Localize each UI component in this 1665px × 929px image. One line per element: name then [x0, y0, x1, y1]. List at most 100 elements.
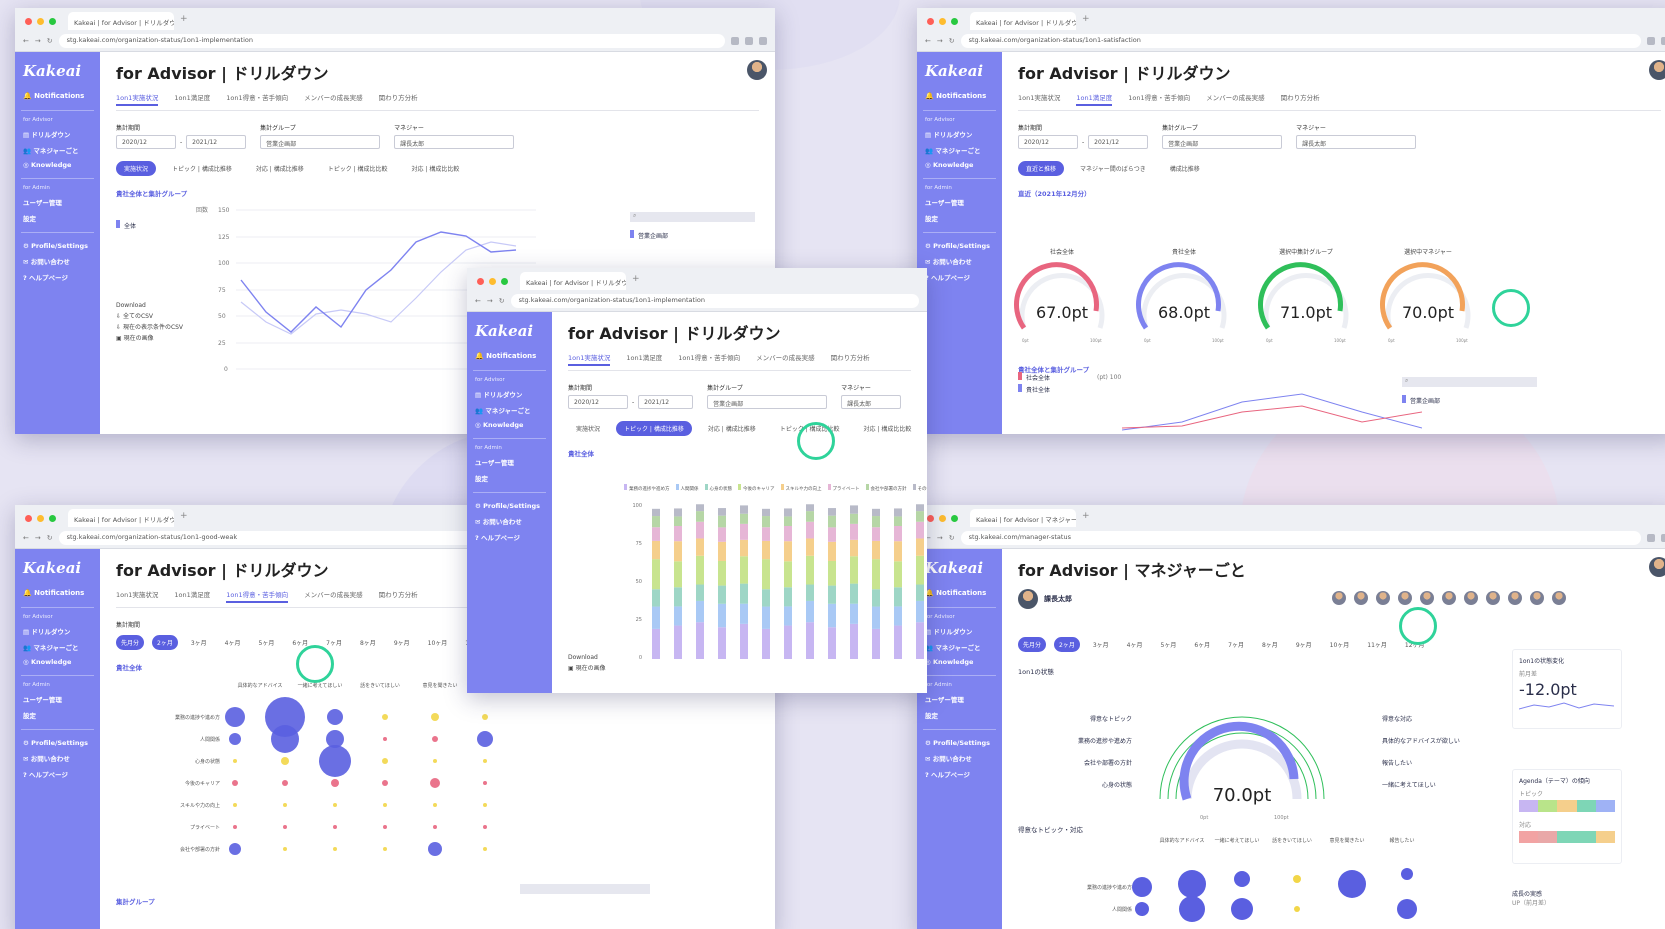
pill-month[interactable]: 5ヶ月 — [1156, 637, 1182, 652]
tab-growth[interactable]: メンバーの成長実感 — [304, 589, 363, 603]
sidebar-item-help[interactable]: ? ヘルプページ — [923, 269, 996, 285]
sidebar-item-users[interactable]: ユーザー管理 — [923, 194, 996, 210]
tab-growth[interactable]: メンバーの成長実感 — [756, 352, 815, 366]
pill-month[interactable]: 6ヶ月 — [1189, 637, 1215, 652]
pill-manager-variance[interactable]: マネジャー間のばらつき — [1072, 161, 1154, 176]
tab-good-weak[interactable]: 1on1得意・苦手傾向 — [226, 589, 289, 603]
extension-icon[interactable] — [1647, 37, 1655, 45]
pill-response-trend[interactable]: 対応 | 構成比推移 — [248, 161, 312, 176]
back-icon[interactable]: ← — [23, 534, 29, 542]
logo[interactable]: Kakeai — [925, 62, 996, 80]
forward-icon[interactable]: → — [35, 37, 41, 45]
extension-icon[interactable] — [745, 37, 753, 45]
manager-avatar[interactable] — [1398, 591, 1412, 605]
new-tab-button[interactable]: + — [180, 511, 188, 521]
tab-growth[interactable]: メンバーの成長実感 — [304, 92, 363, 106]
group-select[interactable]: 営業企画部 — [260, 135, 381, 149]
forward-icon[interactable]: → — [937, 37, 943, 45]
notifications-link[interactable]: 🔔 Notifications — [923, 88, 996, 111]
sidebar-item-contact[interactable]: ✉ お問い合わせ — [923, 750, 996, 766]
browser-tab[interactable]: Kakeai | for Advisor | ドリルダウン — [68, 509, 174, 527]
avatar[interactable] — [1649, 557, 1665, 577]
pill-composition-trend[interactable]: 構成比推移 — [1162, 161, 1208, 176]
sidebar-item-drilldown[interactable]: ▤ ドリルダウン — [923, 126, 996, 142]
extension-icon[interactable] — [1661, 534, 1665, 542]
manager-avatar[interactable] — [1354, 591, 1368, 605]
sidebar-item-help[interactable]: ? ヘルプページ — [21, 766, 94, 782]
browser-tab[interactable]: Kakeai | for Advisor | ドリルダウン — [520, 272, 626, 290]
manager-avatar[interactable] — [1530, 591, 1544, 605]
extension-icon[interactable] — [759, 37, 767, 45]
search-input[interactable]: ⌕ — [1402, 377, 1537, 387]
sidebar-item-users[interactable]: ユーザー管理 — [473, 454, 546, 470]
window-controls[interactable] — [25, 514, 56, 522]
extension-icon[interactable] — [1661, 37, 1665, 45]
sidebar-item-per-manager[interactable]: 👥 マネジャーごと — [473, 402, 546, 418]
browser-tab[interactable]: Kakeai | for Advisor | ドリルダウン — [68, 12, 174, 30]
tab-good-weak[interactable]: 1on1得意・苦手傾向 — [678, 352, 740, 366]
date-from-input[interactable]: 2020/12 — [568, 395, 628, 409]
download-current-csv-link[interactable]: ⇩ 現在の表示条件のCSV — [116, 322, 183, 333]
window-controls[interactable] — [477, 277, 508, 285]
logo[interactable]: Kakeai — [475, 322, 546, 340]
pill-month[interactable]: 先月分 — [1018, 637, 1047, 652]
sidebar-item-settings[interactable]: 設定 — [923, 707, 996, 723]
sidebar-item-drilldown[interactable]: ▤ ドリルダウン — [473, 386, 546, 402]
extension-icon[interactable] — [731, 37, 739, 45]
pill-response-compare[interactable]: 対応 | 構成比比較 — [856, 421, 920, 436]
manager-avatar[interactable] — [1420, 591, 1434, 605]
pill-month[interactable]: 8ヶ月 — [355, 635, 381, 650]
pill-response-trend[interactable]: 対応 | 構成比推移 — [700, 421, 764, 436]
pill-implementation[interactable]: 実施状況 — [568, 421, 608, 436]
sidebar-item-profile[interactable]: ⚙ Profile/Settings — [473, 499, 546, 513]
sidebar-item-contact[interactable]: ✉ お問い合わせ — [21, 253, 94, 269]
browser-tab[interactable]: Kakeai | for Advisor | マネジャー — [970, 509, 1076, 527]
sidebar-item-contact[interactable]: ✉ お問い合わせ — [923, 253, 996, 269]
tab-engagement[interactable]: 関わり方分析 — [379, 589, 418, 603]
sidebar-item-profile[interactable]: ⚙ Profile/Settings — [21, 736, 94, 750]
tab-satisfaction[interactable]: 1on1満足度 — [1076, 92, 1113, 106]
sidebar-item-per-manager[interactable]: 👥 マネジャーごと — [21, 142, 94, 158]
pill-month[interactable]: 先月分 — [116, 635, 145, 650]
pill-month[interactable]: 3ヶ月 — [186, 635, 212, 650]
new-tab-button[interactable]: + — [632, 274, 640, 284]
manager-avatar[interactable] — [1332, 591, 1346, 605]
sidebar-item-help[interactable]: ? ヘルプページ — [21, 269, 94, 285]
sidebar-item-knowledge[interactable]: ◎ Knowledge — [21, 158, 94, 172]
pill-month[interactable]: 2ヶ月 — [152, 635, 178, 650]
pill-month[interactable]: 9ヶ月 — [389, 635, 415, 650]
manager-select[interactable]: 課長太郎 — [1296, 135, 1417, 149]
date-to-input[interactable]: 2021/12 — [638, 395, 694, 409]
sidebar-item-settings[interactable]: 設定 — [473, 470, 546, 486]
back-icon[interactable]: ← — [475, 297, 481, 305]
sidebar-item-per-manager[interactable]: 👥 マネジャーごと — [21, 639, 94, 655]
pill-topic-trend[interactable]: トピック | 構成比推移 — [616, 421, 692, 436]
forward-icon[interactable]: → — [937, 534, 943, 542]
pill-month[interactable]: 8ヶ月 — [1257, 637, 1283, 652]
window-controls[interactable] — [927, 17, 958, 25]
manager-avatar[interactable] — [1552, 591, 1566, 605]
new-tab-button[interactable]: + — [1082, 14, 1090, 24]
sidebar-item-settings[interactable]: 設定 — [21, 707, 94, 723]
new-tab-button[interactable]: + — [180, 14, 188, 24]
avatar[interactable] — [747, 60, 767, 80]
tab-engagement[interactable]: 関わり方分析 — [379, 92, 418, 106]
pill-topic-compare[interactable]: トピック | 構成比比較 — [320, 161, 396, 176]
date-to-input[interactable]: 2021/12 — [1088, 135, 1149, 149]
address-bar[interactable]: stg.kakeai.com/organization-status/1on1-… — [510, 294, 919, 308]
reload-icon[interactable]: ↻ — [499, 297, 505, 305]
group-select[interactable]: 営業企画部 — [1162, 135, 1283, 149]
tab-satisfaction[interactable]: 1on1満足度 — [174, 589, 210, 603]
address-bar[interactable]: stg.kakeai.com/manager-status — [960, 531, 1641, 545]
sidebar-item-users[interactable]: ユーザー管理 — [923, 691, 996, 707]
pill-month[interactable]: 4ヶ月 — [220, 635, 246, 650]
group-list-item[interactable]: 営業企画部 — [630, 230, 668, 240]
reload-icon[interactable]: ↻ — [949, 37, 955, 45]
date-to-input[interactable]: 2021/12 — [186, 135, 247, 149]
sidebar-item-knowledge[interactable]: ◎ Knowledge — [923, 158, 996, 172]
search-input[interactable] — [520, 884, 650, 894]
avatar[interactable] — [1649, 60, 1665, 80]
sidebar-item-drilldown[interactable]: ▤ ドリルダウン — [21, 623, 94, 639]
sidebar-item-users[interactable]: ユーザー管理 — [21, 691, 94, 707]
notifications-link[interactable]: 🔔 Notifications — [21, 88, 94, 111]
